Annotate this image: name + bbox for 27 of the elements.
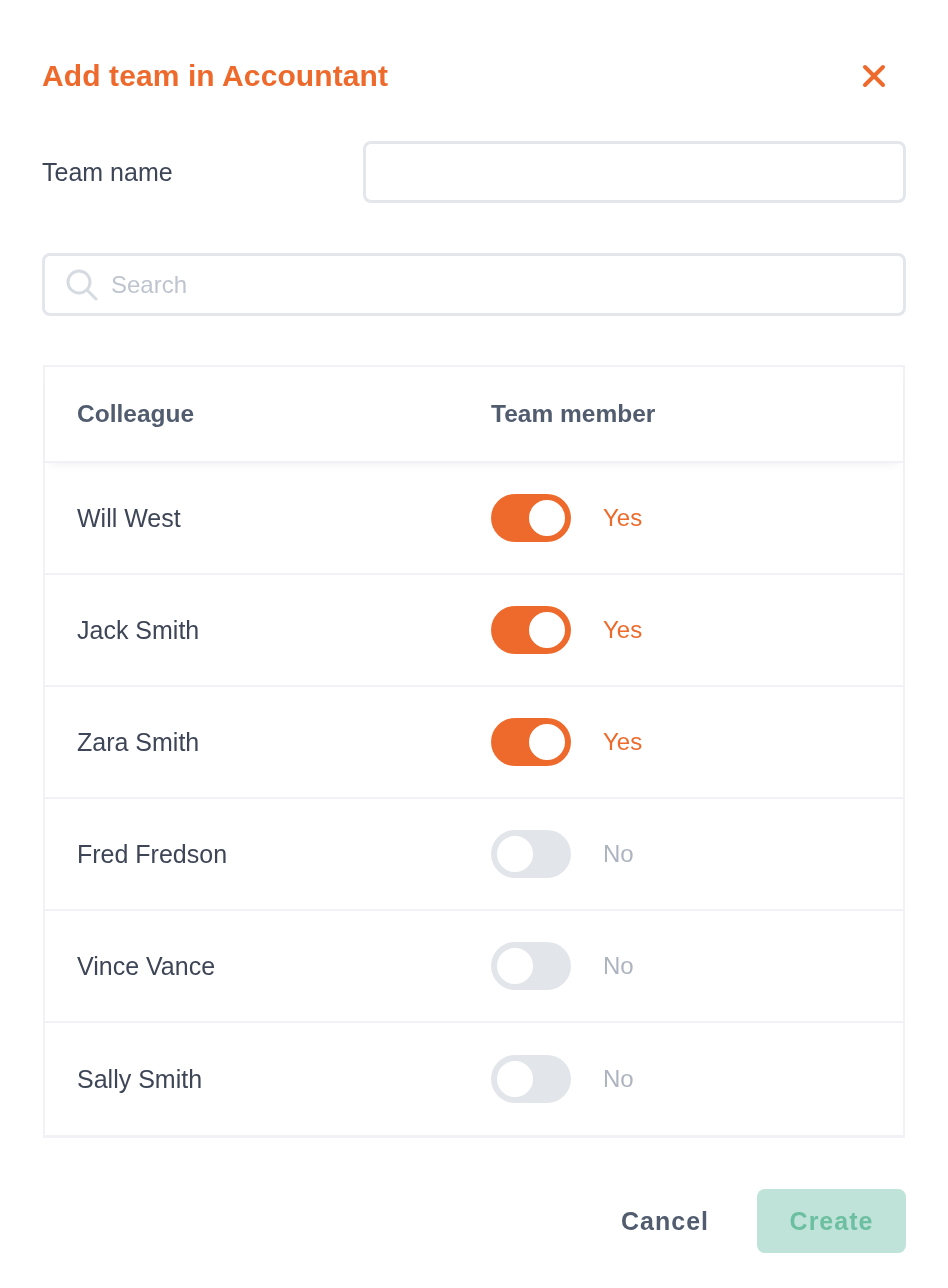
colleague-name: Vince Vance bbox=[77, 951, 216, 981]
column-header: Colleague bbox=[77, 400, 195, 428]
close-icon[interactable] bbox=[862, 64, 886, 88]
toggle-switch[interactable] bbox=[491, 606, 571, 654]
colleague-name: Jack Smith bbox=[77, 615, 200, 645]
toggle-status-label: No bbox=[603, 1065, 634, 1093]
toggle-switch[interactable] bbox=[491, 830, 571, 878]
colleague-name: Will West bbox=[77, 503, 181, 533]
dialog-title: Add team in Accountant bbox=[42, 58, 389, 94]
team-name-field[interactable] bbox=[363, 141, 906, 203]
toggle-switch[interactable] bbox=[491, 1055, 571, 1103]
team-name-label: Team name bbox=[42, 157, 173, 187]
cancel-button[interactable]: Cancel bbox=[597, 1189, 733, 1253]
search-icon bbox=[66, 269, 98, 301]
toggle-status-label: Yes bbox=[603, 504, 643, 532]
toggle-status-label: Yes bbox=[603, 616, 643, 644]
toggle-switch[interactable] bbox=[491, 718, 571, 766]
colleague-name: Fred Fredson bbox=[77, 839, 228, 869]
toggle-switch[interactable] bbox=[491, 942, 571, 990]
column-header: Team member bbox=[491, 400, 656, 428]
toggle-status-label: No bbox=[603, 952, 634, 980]
search-field[interactable]: Search bbox=[42, 253, 906, 316]
toggle-switch[interactable] bbox=[491, 494, 571, 542]
colleague-name: Sally Smith bbox=[77, 1064, 203, 1094]
colleague-name: Zara Smith bbox=[77, 727, 200, 757]
toggle-status-label: No bbox=[603, 840, 634, 868]
toggle-status-label: Yes bbox=[603, 728, 643, 756]
